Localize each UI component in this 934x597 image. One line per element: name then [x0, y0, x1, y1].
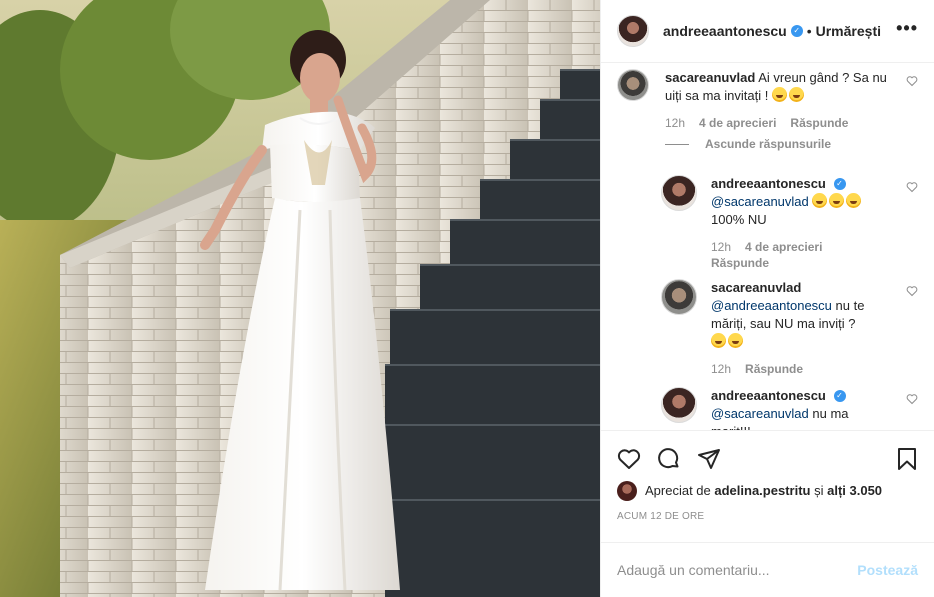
likes-summary: Apreciat de adelina.pestritu și alți 3.0…: [617, 480, 918, 501]
like-comment-heart-icon[interactable]: [906, 393, 918, 405]
comment-likes[interactable]: 4 de aprecieri: [699, 116, 776, 130]
post-timestamp[interactable]: ACUM 12 DE ORE: [617, 511, 918, 522]
reply-text: 100% NU: [711, 211, 767, 227]
replier-avatar[interactable]: [661, 278, 697, 315]
reply-mention[interactable]: @andreeaantonescu: [711, 298, 832, 313]
like-comment-heart-icon[interactable]: [906, 285, 918, 297]
comment-meta: 12h 4 de aprecieri Răspunde: [665, 115, 890, 131]
verified-icon: ✓: [833, 390, 846, 403]
like-comment-heart-icon[interactable]: [906, 181, 918, 193]
comment-input[interactable]: [617, 562, 858, 578]
comment-time[interactable]: 12h: [665, 116, 685, 130]
hide-replies-button[interactable]: Ascunde răspunsurile: [665, 137, 831, 151]
reply-username[interactable]: sacareanuvlad: [711, 280, 801, 295]
verified-icon: ✓: [790, 24, 803, 37]
reply-username[interactable]: andreeaantonescu: [711, 388, 826, 403]
comment-username[interactable]: sacareanuvlad: [665, 70, 755, 85]
rofl-emoji-icon: [711, 332, 726, 348]
post-photo-illustration: [0, 0, 600, 597]
reply-meta: 12h Răspunde: [711, 361, 890, 377]
post-actions: Apreciat de adelina.pestritu și alți 3.0…: [601, 429, 934, 542]
reply-meta: 12h 4 de aprecieri Răspunde: [711, 239, 890, 271]
like-heart-icon[interactable]: [617, 439, 657, 479]
more-options-icon[interactable]: •••: [896, 19, 918, 39]
verified-icon: ✓: [833, 178, 846, 191]
post-comment-button[interactable]: Postează: [857, 562, 918, 578]
share-paper-plane-icon[interactable]: [697, 439, 737, 479]
post-header: andreeaantonescu ✓ • Urmărești •••: [601, 0, 934, 63]
replier-avatar[interactable]: [661, 174, 697, 211]
header-separator: •: [806, 22, 812, 39]
winking-kiss-emoji-icon: [771, 86, 787, 102]
commenter-avatar[interactable]: [617, 68, 649, 101]
reply-body: andreeaantonescu ✓ @sacareanuvlad 100% N…: [711, 175, 890, 271]
reply-likes[interactable]: 4 de aprecieri: [745, 240, 822, 254]
reply-button[interactable]: Răspunde: [745, 362, 803, 376]
save-bookmark-icon[interactable]: [894, 439, 918, 479]
grinning-sweat-emoji-icon: [829, 192, 845, 208]
post-side-panel: andreeaantonescu ✓ • Urmărești ••• sacar…: [600, 0, 934, 597]
instagram-post-view: andreeaantonescu ✓ • Urmărești ••• sacar…: [0, 0, 934, 597]
reply-mention[interactable]: @sacareanuvlad: [711, 194, 809, 209]
grinning-emoji-icon: [788, 86, 804, 102]
grinning-sweat-emoji-icon: [812, 192, 828, 208]
action-icons-row: [617, 439, 918, 479]
reply-username[interactable]: andreeaantonescu: [711, 176, 826, 191]
add-comment-bar: Postează: [601, 542, 934, 597]
rofl-emoji-icon: [728, 332, 743, 348]
reply-body: andreeaantonescu ✓ @sacareanuvlad nu ma …: [711, 387, 890, 430]
owner-username[interactable]: andreeaantonescu: [663, 23, 787, 39]
owner-avatar[interactable]: [617, 14, 649, 47]
like-comment-heart-icon[interactable]: [906, 75, 918, 87]
comment-body: sacareanuvlad Ai vreun gând ? Sa nu uiți…: [665, 69, 890, 131]
likes-prefix: Apreciat de: [645, 483, 711, 499]
grinning-sweat-emoji-icon: [846, 192, 862, 208]
likes-others[interactable]: alți 3.050: [827, 483, 882, 498]
reply-time[interactable]: 12h: [711, 240, 731, 254]
reply-time[interactable]: 12h: [711, 362, 731, 376]
following-button[interactable]: Urmărești: [816, 23, 881, 39]
reply-button[interactable]: Răspunde: [711, 256, 769, 270]
post-photo[interactable]: [0, 0, 600, 597]
liker-avatar[interactable]: [617, 480, 637, 501]
comments-list[interactable]: sacareanuvlad Ai vreun gând ? Sa nu uiți…: [601, 63, 934, 430]
reply-button[interactable]: Răspunde: [790, 116, 848, 130]
replier-avatar[interactable]: [661, 386, 697, 423]
liker-username[interactable]: adelina.pestritu: [714, 483, 810, 498]
comment-bubble-icon[interactable]: [657, 439, 697, 479]
reply-mention[interactable]: @sacareanuvlad: [711, 406, 809, 421]
reply-body: sacareanuvlad @andreeaantonescu nu te mă…: [711, 279, 890, 377]
likes-and: și: [814, 483, 824, 499]
